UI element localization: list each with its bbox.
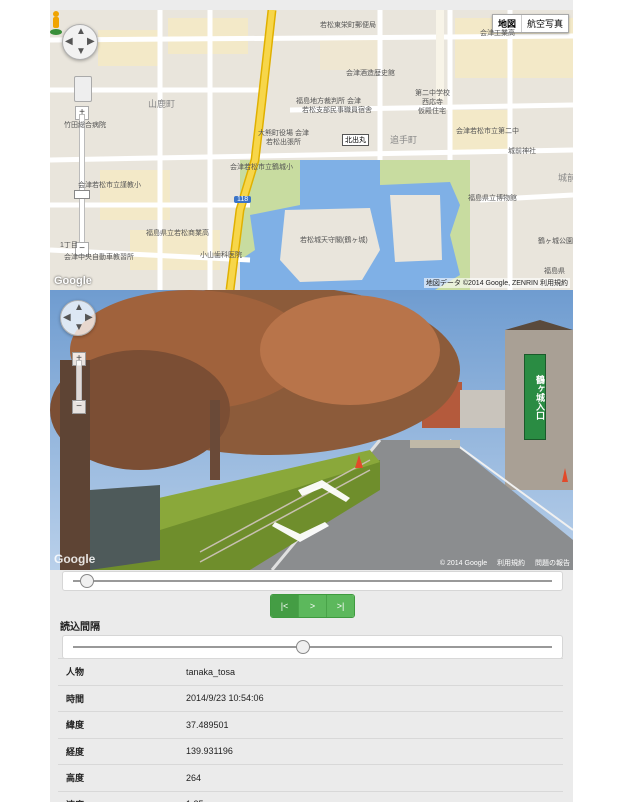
info-row: 経度 139.931196 bbox=[58, 737, 563, 765]
look-up-icon[interactable]: ▲ bbox=[74, 303, 84, 313]
interval-slider-track[interactable] bbox=[73, 646, 552, 648]
streetview-terms-link[interactable]: 利用規約 bbox=[497, 560, 525, 567]
pan-right-icon[interactable]: ▶ bbox=[87, 37, 95, 47]
info-value: 264 bbox=[178, 764, 563, 791]
info-value: 2014/9/23 10:54:06 bbox=[178, 684, 563, 712]
map-label: 会津若松市立鶴城小 bbox=[230, 164, 293, 171]
streetview-pan-control[interactable]: ▲ ▼ ◀ ▶ bbox=[60, 300, 96, 336]
interval-slider[interactable] bbox=[62, 635, 563, 659]
position-slider-track[interactable] bbox=[73, 580, 552, 582]
info-row: 緯度 37.489501 bbox=[58, 711, 563, 738]
map-label: 小山歯科医院 bbox=[200, 252, 242, 259]
map-label: 若松支部民事職員宿舎 bbox=[302, 107, 372, 114]
streetview-zoom-rail[interactable] bbox=[76, 360, 82, 402]
info-key: 経度 bbox=[58, 737, 178, 765]
info-key: 速度 bbox=[58, 790, 178, 802]
google-logo: Google bbox=[54, 275, 92, 287]
map-label: 城前神社 bbox=[508, 148, 536, 155]
pan-left-icon[interactable]: ◀ bbox=[65, 37, 73, 47]
map-label: 竹田総合病院 bbox=[64, 122, 106, 129]
streetview-zoom-out-button[interactable]: − bbox=[72, 400, 86, 414]
position-slider-thumb[interactable] bbox=[80, 574, 95, 588]
prev-button[interactable]: |< bbox=[271, 595, 299, 617]
map-label: 福島県立博物館 bbox=[468, 195, 517, 202]
map-canvas bbox=[50, 10, 573, 290]
next-button[interactable]: >| bbox=[327, 595, 354, 617]
map-label: 福島県立若松商業高 bbox=[146, 230, 209, 237]
info-value: 139.931196 bbox=[178, 737, 563, 765]
intersection-label: 北出丸 bbox=[342, 134, 369, 146]
top-strip bbox=[50, 0, 573, 10]
info-table: 人物 tanaka_tosa 時間 2014/9/23 10:54:06 緯度 37.48… bbox=[58, 658, 563, 802]
interval-label: 読込間隔 bbox=[60, 622, 100, 633]
map-view[interactable]: 地図 航空写真 ▲ ▼ ◀ ▶ + − 若松東栄町郵便局 会津工業高 山鹿町 会… bbox=[50, 10, 573, 290]
info-key: 人物 bbox=[58, 658, 178, 685]
position-slider[interactable] bbox=[62, 571, 563, 591]
streetview-footer: © 2014 Google 利用規約 問題の報告 bbox=[432, 558, 570, 568]
map-label: 鶴ヶ城公園 bbox=[538, 238, 573, 245]
person-marker-icon[interactable] bbox=[50, 10, 62, 36]
map-zoom-thumb[interactable] bbox=[74, 190, 90, 199]
map-label: 第二中学校 bbox=[415, 90, 450, 97]
streetview-image bbox=[50, 290, 573, 570]
map-label: 会津若松市立第二中 bbox=[456, 128, 519, 135]
info-row: 人物 tanaka_tosa bbox=[58, 658, 563, 685]
playback-buttons: |< > >| bbox=[270, 594, 355, 618]
map-label: 福島地方裁判所 会津 bbox=[296, 98, 361, 105]
map-label: 会津若松市立謹教小 bbox=[78, 182, 141, 189]
map-label: 山鹿町 bbox=[148, 99, 176, 109]
map-label: 西応寺 bbox=[422, 99, 443, 106]
map-label: 追手町 bbox=[390, 135, 418, 145]
info-row: 速度1.25 bbox=[58, 790, 563, 802]
interval-slider-thumb[interactable] bbox=[295, 640, 310, 654]
pan-up-icon[interactable]: ▲ bbox=[76, 27, 86, 37]
info-key: 高度 bbox=[58, 764, 178, 791]
map-label: 大熊町役場 会津 bbox=[258, 130, 309, 137]
look-right-icon[interactable]: ▶ bbox=[85, 313, 93, 323]
streetview-panel[interactable]: ▲ ▼ ◀ ▶ + − 鶴ヶ城入口 Google © 2014 Google 利… bbox=[50, 290, 573, 570]
pegman-icon[interactable] bbox=[74, 76, 92, 102]
info-row: 高度 264 bbox=[58, 764, 563, 791]
map-label: 若松東栄町郵便局 bbox=[320, 22, 376, 29]
main-column: 地図 航空写真 ▲ ▼ ◀ ▶ + − 若松東栄町郵便局 会津工業高 山鹿町 会… bbox=[50, 0, 573, 802]
shop-sign: 鶴ヶ城入口 bbox=[524, 354, 546, 440]
play-button[interactable]: > bbox=[299, 595, 327, 617]
look-down-icon[interactable]: ▼ bbox=[74, 323, 84, 333]
info-value: 37.489501 bbox=[178, 711, 563, 738]
map-copyright[interactable]: 地図データ ©2014 Google, ZENRIN 利用規約 bbox=[423, 278, 570, 288]
map-label: 福島県 bbox=[544, 268, 565, 275]
info-value: 1.25 bbox=[178, 790, 563, 802]
map-label: 城前 bbox=[558, 173, 573, 183]
map-label: 1丁目 bbox=[60, 242, 78, 249]
map-pan-control[interactable]: ▲ ▼ ◀ ▶ bbox=[62, 24, 98, 60]
map-label: 若松城天守閣(鶴ヶ城) bbox=[300, 237, 368, 244]
info-value: tanaka_tosa bbox=[178, 658, 563, 685]
info-key: 時間 bbox=[58, 684, 178, 712]
info-key: 緯度 bbox=[58, 711, 178, 738]
streetview-google-logo: Google bbox=[54, 552, 96, 566]
pan-down-icon[interactable]: ▼ bbox=[76, 47, 86, 57]
streetview-report-link[interactable]: 問題の報告 bbox=[535, 560, 570, 567]
look-left-icon[interactable]: ◀ bbox=[63, 313, 71, 323]
map-type-satellite-button[interactable]: 航空写真 bbox=[522, 15, 568, 32]
map-label: 会津酒造歴史館 bbox=[346, 70, 395, 77]
map-label: 会津中央自動車教習所 bbox=[64, 254, 134, 261]
streetview-copyright: © 2014 Google bbox=[439, 560, 488, 567]
map-label: 若松出張所 bbox=[266, 139, 301, 146]
map-label: 会津工業高 bbox=[480, 30, 515, 37]
info-row: 時間 2014/9/23 10:54:06 bbox=[58, 684, 563, 712]
map-label: 仮殿住宅 bbox=[418, 108, 446, 115]
route-badge: 118 bbox=[234, 196, 252, 203]
